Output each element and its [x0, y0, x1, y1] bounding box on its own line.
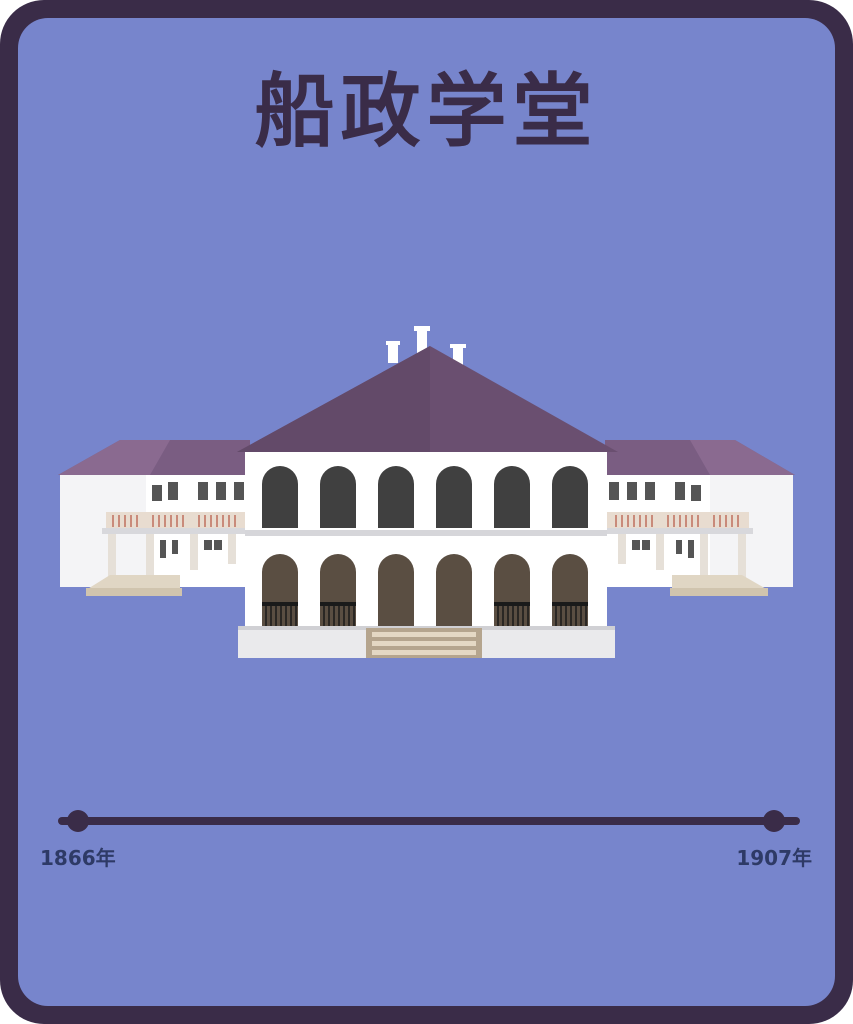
central-facade [238, 452, 615, 658]
timeline-end-year: 1907年 [736, 846, 812, 870]
right-wing [605, 440, 795, 596]
left-wing [58, 440, 250, 596]
timeline-start-marker [67, 810, 89, 832]
building-illustration [58, 326, 795, 658]
timeline-line [58, 817, 800, 825]
timeline-end-marker [763, 810, 785, 832]
timeline-start-year: 1866年 [40, 846, 116, 870]
